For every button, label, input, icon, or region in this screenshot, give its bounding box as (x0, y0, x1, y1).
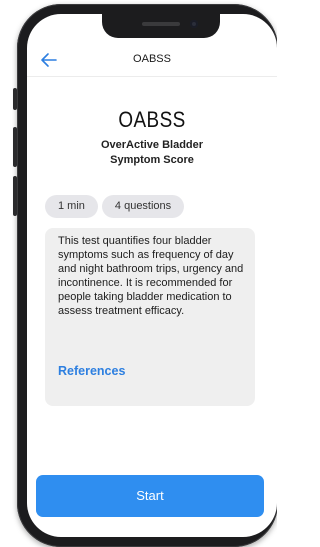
references-link[interactable]: References (58, 364, 125, 378)
nav-header: OABSS (27, 44, 277, 77)
header-title: OABSS (133, 53, 171, 65)
subtitle-line: OverActive Bladder (100, 139, 204, 151)
description-text: This test quantifies four bladder sympto… (58, 235, 244, 317)
subtitle-line: Symptom Score (110, 154, 194, 166)
question-count-chip: 4 questions (101, 195, 185, 218)
start-button[interactable]: Start (36, 475, 264, 517)
page-subtitle: OverActive Bladder Symptom Score (27, 138, 277, 168)
duration-chip: 1 min (45, 195, 98, 218)
speaker-grille (142, 22, 180, 26)
page-title: OABSS (118, 107, 186, 132)
description-card: This test quantifies four bladder sympto… (45, 228, 255, 406)
phone-screen: OABSS OABSS OverActive Bladder Symptom S… (27, 14, 277, 537)
phone-side-button (13, 88, 17, 110)
front-camera (190, 20, 198, 28)
info-chips: 1 min 4 questions (45, 195, 185, 218)
phone-volume-down-button (13, 176, 17, 216)
phone-volume-up-button (13, 127, 17, 167)
app-screenshot: OABSS OABSS OverActive Bladder Symptom S… (0, 0, 277, 547)
phone-notch (102, 14, 220, 38)
arrow-left-icon[interactable] (39, 50, 59, 70)
